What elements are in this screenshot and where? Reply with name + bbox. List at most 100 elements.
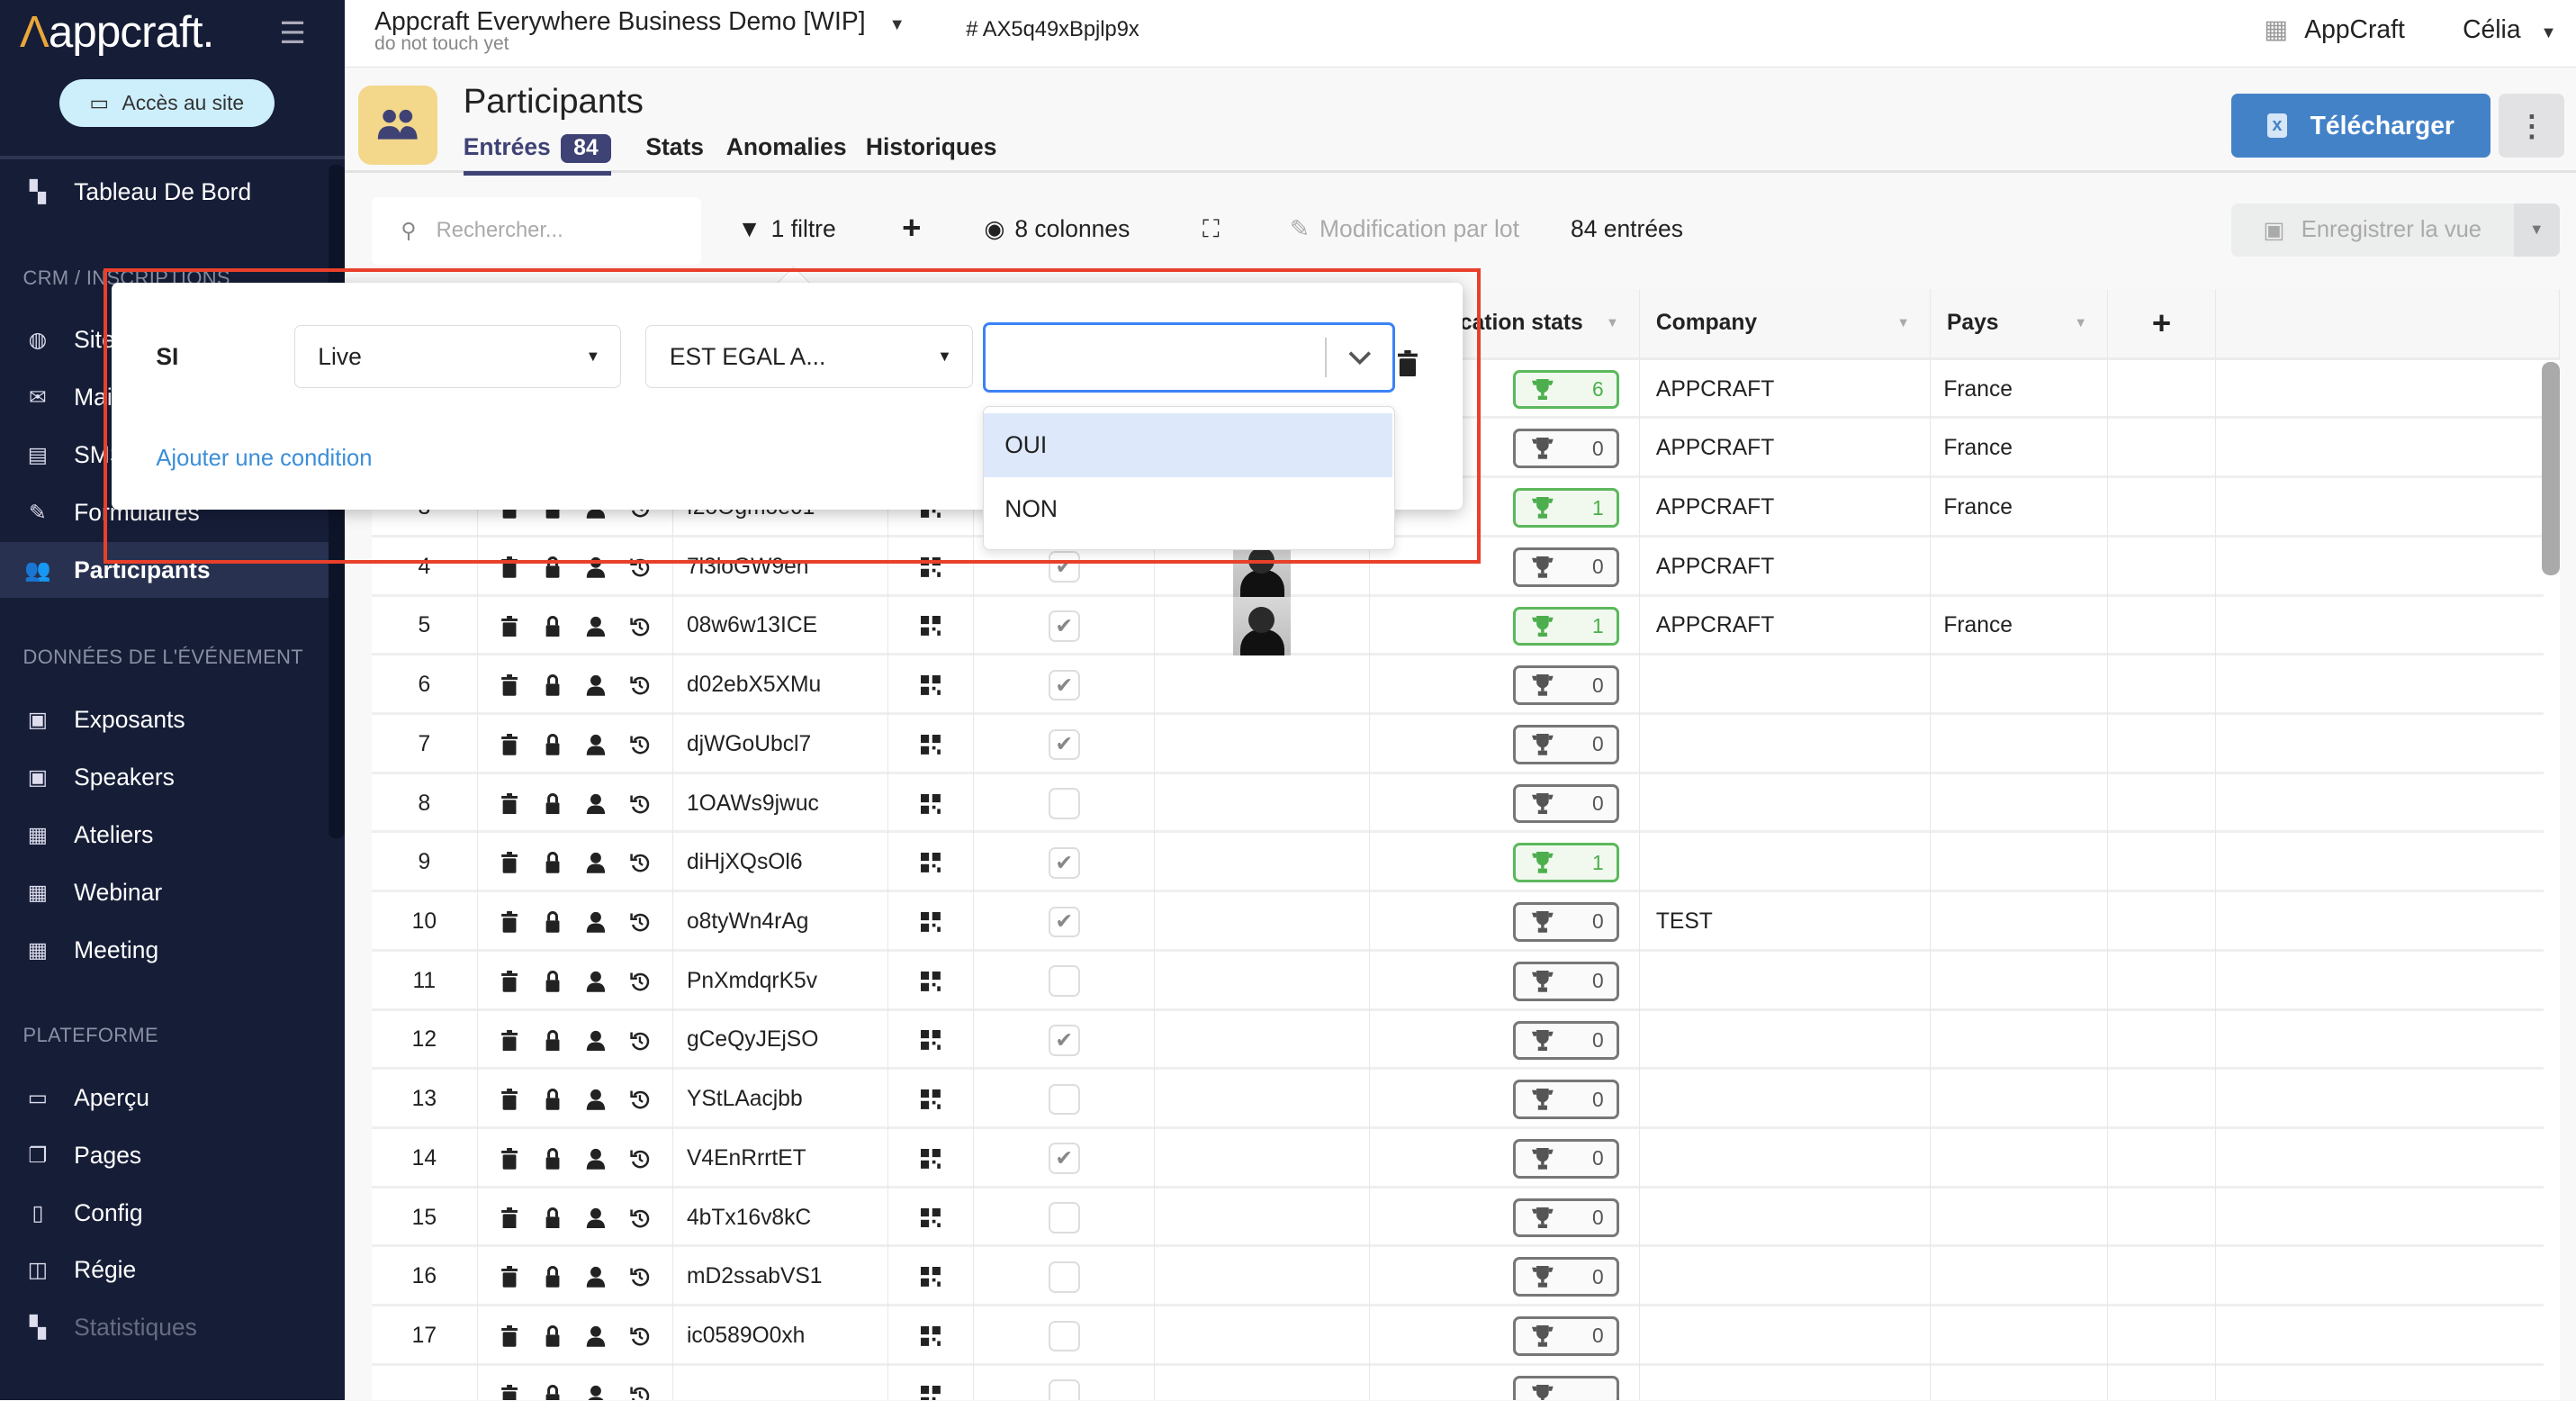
participant-id[interactable]: 08w6w13ICE [673,596,889,656]
tab-anomalies[interactable]: Anomalies [726,133,847,161]
participant-id[interactable]: 4bTx16v8kC [673,1188,889,1248]
gamification-stat[interactable]: 0 [1512,1138,1620,1179]
sidebar-item-dashboard[interactable]: ▚ Tableau De Bord [0,165,329,221]
tab-history[interactable]: Historiques [866,133,997,161]
trash-icon[interactable] [500,733,518,755]
country-cell[interactable] [1931,892,2108,952]
qr-code-icon[interactable] [921,1207,941,1228]
sidebar-item-meeting[interactable]: ▦ Meeting [0,922,329,978]
participant-id[interactable]: o8tyWn4rAg [673,892,889,952]
country-cell[interactable] [1931,951,2108,1011]
lock-icon[interactable] [544,1266,562,1288]
columns-button[interactable]: ◉ 8 colonnes [984,215,1130,243]
country-cell[interactable]: France [1931,419,2108,479]
company-cell[interactable]: APPCRAFT [1640,478,1931,538]
company-cell[interactable] [1640,1070,1931,1129]
table-row[interactable]: 4 7l3loGW9en ✔ 0 APPCRAFT [371,537,2544,597]
sidebar-item-statistics[interactable]: ▚ Statistiques [0,1300,329,1356]
trash-icon[interactable] [500,1029,518,1052]
user-icon[interactable] [586,1148,606,1170]
bulk-edit-button[interactable]: ✎ Modification par lot [1290,215,1519,243]
org-selector[interactable]: ▦ AppCraft [2264,14,2405,44]
gamification-stat[interactable]: 1 [1512,843,1620,883]
table-row[interactable]: 12 gCeQyJEjSO ✔ 0 [371,1010,2544,1071]
live-checkbox[interactable]: ✔ [1048,551,1080,583]
save-view-dropdown[interactable]: ▼ [2513,203,2560,257]
gamification-stat[interactable]: 0 [1512,783,1620,824]
gamification-stat[interactable]: 0 [1512,1316,1620,1356]
sidebar-item-participants[interactable]: 👥 Participants [0,542,329,599]
history-icon[interactable] [630,793,650,815]
trash-icon[interactable] [500,1384,518,1401]
lock-icon[interactable] [544,556,562,578]
gamification-stat[interactable]: 6 [1512,369,1620,410]
gamification-stat[interactable]: 0 [1512,1198,1620,1238]
sidebar-item-workshops[interactable]: ▦ Ateliers [0,807,329,863]
gamification-stat[interactable]: 0 [1512,724,1620,764]
lock-icon[interactable] [544,852,562,874]
country-cell[interactable] [1931,1365,2108,1401]
live-checkbox[interactable]: ✔ [1048,846,1080,879]
trash-icon[interactable] [500,1147,518,1170]
live-checkbox[interactable] [1048,1320,1080,1352]
live-checkbox[interactable] [1048,788,1080,819]
trash-icon[interactable] [500,792,518,815]
country-cell[interactable] [1931,1010,2108,1071]
gamification-stat[interactable] [1512,1375,1620,1401]
participant-id[interactable] [673,1365,889,1401]
participant-id[interactable]: 7l3loGW9en [673,537,889,597]
table-row[interactable]: 8 1OAWs9jwuc 0 [371,773,2544,834]
collapse-sidebar-icon[interactable]: ☰ [279,16,305,50]
user-icon[interactable] [586,911,606,933]
participant-id[interactable]: mD2ssabVS1 [673,1247,889,1307]
qr-code-icon[interactable] [921,734,941,755]
company-cell[interactable] [1640,1188,1931,1248]
table-row[interactable]: 14 V4EnRrrtET ✔ 0 [371,1128,2544,1189]
tab-stats[interactable]: Stats [645,133,704,161]
appcraft-logo[interactable]: Λappcraft. [20,6,214,58]
history-icon[interactable] [630,1385,650,1401]
sidebar-item-config[interactable]: ▯ Config [0,1185,329,1241]
qr-code-icon[interactable] [921,616,941,637]
history-icon[interactable] [630,616,650,637]
qr-code-icon[interactable] [921,675,941,696]
live-checkbox[interactable]: ✔ [1048,728,1080,761]
country-cell[interactable] [1931,1306,2108,1366]
company-cell[interactable]: APPCRAFT [1640,596,1931,656]
participant-id[interactable]: djWGoUbcl7 [673,715,889,774]
company-cell[interactable] [1640,1010,1931,1071]
trash-icon[interactable] [500,1089,518,1110]
gamification-stat[interactable]: 0 [1512,547,1620,587]
sidebar-item-exhibitors[interactable]: ▣ Exposants [0,691,329,747]
country-cell[interactable]: France [1931,478,2108,538]
history-icon[interactable] [630,911,650,933]
table-row[interactable]: 17 ic0589O0xh 0 [371,1306,2544,1366]
table-row[interactable]: 7 djWGoUbcl7 ✔ 0 [371,715,2544,774]
trash-icon[interactable] [500,970,518,992]
site-access-button[interactable]: ▭ Accès au site [59,78,275,127]
trash-icon[interactable] [500,1207,518,1229]
history-icon[interactable] [630,1325,650,1347]
col-country[interactable]: Pays ▼ [1930,289,2108,360]
history-icon[interactable] [630,734,650,755]
history-icon[interactable] [630,852,650,873]
trash-icon[interactable] [500,1325,518,1347]
lock-icon[interactable] [544,1207,562,1229]
lock-icon[interactable] [544,1029,562,1052]
table-row[interactable]: 5 08w6w13ICE ✔ 1 APPCRAFT France [371,596,2544,656]
save-view-button[interactable]: ▣ Enregistrer la vue [2230,203,2514,257]
user-icon[interactable] [586,734,606,755]
user-icon[interactable] [586,1207,606,1229]
sidebar-item-control-room[interactable]: ◫ Régie [0,1243,329,1298]
live-checkbox[interactable]: ✔ [1048,1025,1080,1056]
trash-icon[interactable] [500,615,518,637]
country-cell[interactable] [1931,537,2108,597]
user-icon[interactable] [586,1030,606,1052]
table-row[interactable]: 9 diHjXQsOl6 ✔ 1 [371,833,2544,893]
live-checkbox[interactable] [1048,1261,1080,1293]
more-options-button[interactable]: ⋮ [2499,94,2565,158]
participant-id[interactable]: PnXmdqrK5v [673,951,889,1011]
qr-code-icon[interactable] [921,912,941,932]
option-non[interactable]: NON [984,477,1392,541]
live-checkbox[interactable] [1048,965,1080,998]
